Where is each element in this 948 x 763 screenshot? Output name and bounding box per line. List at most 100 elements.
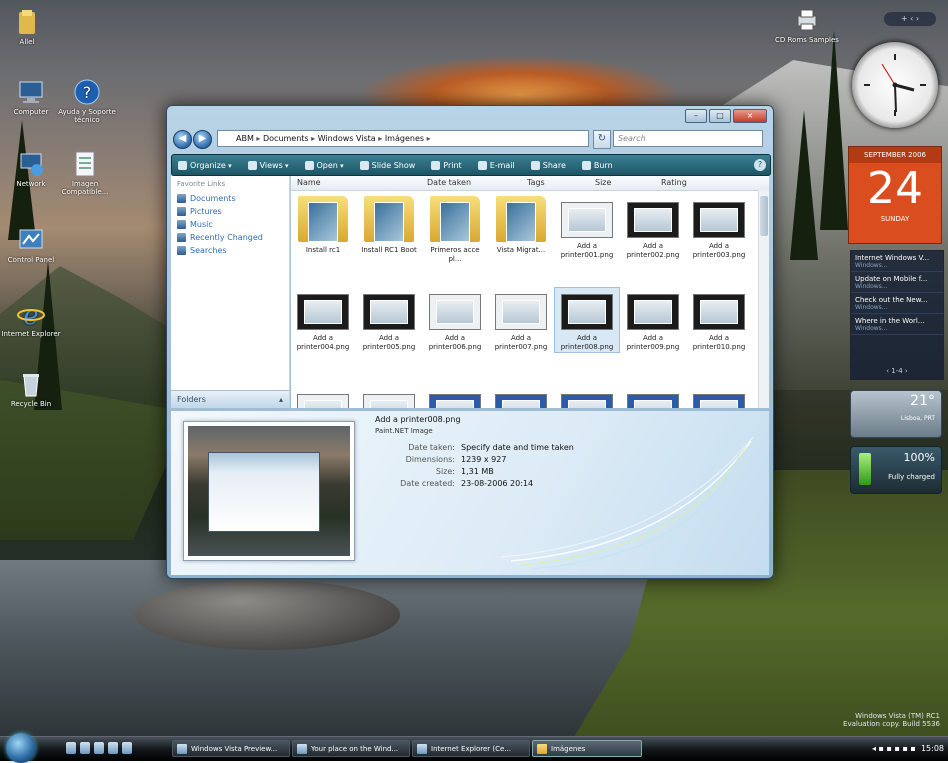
navigation-bar: ◀ ▶ ABM Documents Windows Vista Imágenes… (173, 128, 767, 150)
details-filename: Add a printer008.png (375, 415, 461, 424)
email-icon (477, 160, 487, 170)
file-item[interactable]: Add a printer004.png (291, 288, 355, 352)
feed-pager[interactable]: ‹ 1-4 › (851, 367, 943, 375)
breadcrumb[interactable]: Windows Vista (318, 134, 383, 143)
slide-show-icon (359, 160, 369, 170)
file-item[interactable] (621, 388, 685, 408)
network-icon (20, 153, 43, 176)
decorative-swoosh (501, 436, 754, 570)
weather-gadget[interactable]: 21° Lisboa, PRT (850, 390, 942, 438)
desktop-icon-recycle-bin[interactable]: Recycle Bin (0, 370, 66, 408)
system-tray[interactable]: ◂ ▪ ▪ ▪ ▪ ▪ 15:08 (872, 740, 944, 757)
nav-link-searches[interactable]: Searches (171, 244, 289, 257)
slide-show-button[interactable]: Slide Show (354, 160, 426, 170)
nav-link-pictures[interactable]: Pictures (171, 205, 289, 218)
taskbar-button-active[interactable]: Imágenes (532, 740, 642, 757)
refresh-button[interactable]: ↻ (593, 130, 611, 149)
file-item[interactable]: Vista Migrat... (489, 196, 553, 255)
feed-item[interactable]: Check out the New... Windows... (851, 293, 943, 314)
sidebar-controls[interactable]: + ‹ › (884, 12, 936, 26)
column-header-date-taken[interactable]: Date taken (427, 178, 471, 187)
views-button[interactable]: Views (242, 160, 299, 170)
file-list[interactable]: Name Date taken Tags Size Rating Install… (291, 176, 769, 408)
open-button[interactable]: Open (299, 160, 354, 170)
quicklaunch-icon[interactable] (66, 742, 76, 754)
file-item[interactable]: Install RC1 Boot (357, 196, 421, 255)
file-item[interactable] (423, 388, 487, 408)
nav-link-recently-changed[interactable]: Recently Changed (171, 231, 289, 244)
nav-link-documents[interactable]: Documents (171, 192, 289, 205)
feed-item[interactable]: Where in the Worl... Windows... (851, 314, 943, 335)
calendar-gadget[interactable]: SEPTEMBER 2006 24 SUNDAY (848, 146, 942, 244)
breadcrumb[interactable]: ABM (236, 134, 260, 143)
explorer-window[interactable]: – □ × ◀ ▶ ABM Documents Windows Vista Im… (166, 105, 774, 579)
organize-button[interactable]: Organize (172, 160, 242, 170)
feed-item[interactable]: Update on Mobile f... Windows... (851, 272, 943, 293)
tray-clock[interactable]: 15:08 (921, 744, 944, 753)
quicklaunch-icon[interactable] (108, 742, 118, 754)
desktop-icon-internet-explorer[interactable]: e Internet Explorer (0, 300, 66, 338)
column-header-size[interactable]: Size (595, 178, 611, 187)
forward-button[interactable]: ▶ (193, 130, 212, 149)
file-item[interactable] (687, 388, 751, 408)
file-item[interactable]: Primeros acce pl... (423, 196, 487, 264)
column-header-name[interactable]: Name (297, 178, 321, 187)
file-item[interactable]: Add a printer010.png (687, 288, 751, 352)
file-item[interactable]: Add a printer003.png (687, 196, 751, 260)
breadcrumb[interactable]: Imágenes (385, 134, 431, 143)
help-button[interactable]: ? (754, 159, 766, 171)
column-header-rating[interactable]: Rating (661, 178, 687, 187)
vertical-scrollbar[interactable] (758, 190, 769, 408)
file-item[interactable] (357, 388, 421, 408)
tray-icons[interactable]: ◂ ▪ ▪ ▪ ▪ ▪ (872, 744, 921, 753)
file-item[interactable]: Add a printer005.png (357, 288, 421, 352)
print-button[interactable]: Print (425, 160, 471, 170)
folder-icon (298, 196, 348, 242)
clock-gadget[interactable] (852, 42, 938, 128)
desktop-icon-control-panel[interactable]: Control Panel (0, 226, 66, 264)
desktop-icon-document[interactable]: Imagen Compatible... (50, 150, 120, 196)
quicklaunch-icon[interactable] (80, 742, 90, 754)
close-button[interactable]: × (733, 109, 767, 123)
file-item[interactable]: Install rc1 (291, 196, 355, 255)
quicklaunch-icon[interactable] (94, 742, 104, 754)
quicklaunch-icon[interactable] (122, 742, 132, 754)
recycle-bin-icon (23, 374, 39, 397)
minimize-button[interactable]: – (685, 109, 707, 123)
nav-link-music[interactable]: Music (171, 218, 289, 231)
feed-headlines-gadget[interactable]: Internet Windows V... Windows... Update o… (850, 250, 944, 380)
taskbar-button[interactable]: Your place on the Wind... (292, 740, 410, 757)
image-thumbnail (363, 294, 415, 330)
file-item[interactable] (555, 388, 619, 408)
pictures-icon (177, 207, 186, 216)
feed-item[interactable]: Internet Windows V... Windows... (851, 251, 943, 272)
start-button[interactable] (6, 733, 36, 763)
folders-toggle[interactable]: Folders (171, 390, 289, 409)
taskbar-button[interactable]: Windows Vista Preview... (172, 740, 290, 757)
maximize-button[interactable]: □ (709, 109, 731, 123)
file-item[interactable]: Add a printer001.png (555, 196, 619, 260)
file-item[interactable] (291, 388, 355, 408)
file-item[interactable] (489, 388, 553, 408)
preview-window (208, 452, 320, 532)
column-header-tags[interactable]: Tags (527, 178, 545, 187)
desktop-icon-user[interactable]: Allel (0, 8, 62, 46)
search-input[interactable]: Search (613, 130, 763, 147)
file-item[interactable]: Add a printer009.png (621, 288, 685, 352)
battery-gadget[interactable]: 100% Fully charged (850, 446, 942, 494)
desktop-icon-help[interactable]: ? Ayuda y Soporte técnico (52, 78, 122, 124)
address-bar[interactable]: ABM Documents Windows Vista Imágenes (217, 130, 589, 147)
burn-button[interactable]: Burn (576, 160, 623, 170)
file-item-selected[interactable]: Add a printer008.png (554, 287, 620, 353)
file-item[interactable]: Add a printer007.png (489, 288, 553, 352)
breadcrumb[interactable]: Documents (263, 134, 315, 143)
email-button[interactable]: E-mail (472, 160, 525, 170)
desktop-icon-printer[interactable]: CD Roms Samples (772, 6, 842, 44)
organize-icon (178, 160, 187, 170)
image-thumbnail (693, 202, 745, 238)
taskbar-button[interactable]: Internet Explorer (Ce... (412, 740, 530, 757)
back-button[interactable]: ◀ (173, 130, 192, 149)
file-item[interactable]: Add a printer006.png (423, 288, 487, 352)
file-item[interactable]: Add a printer002.png (621, 196, 685, 260)
share-button[interactable]: Share (525, 160, 576, 170)
